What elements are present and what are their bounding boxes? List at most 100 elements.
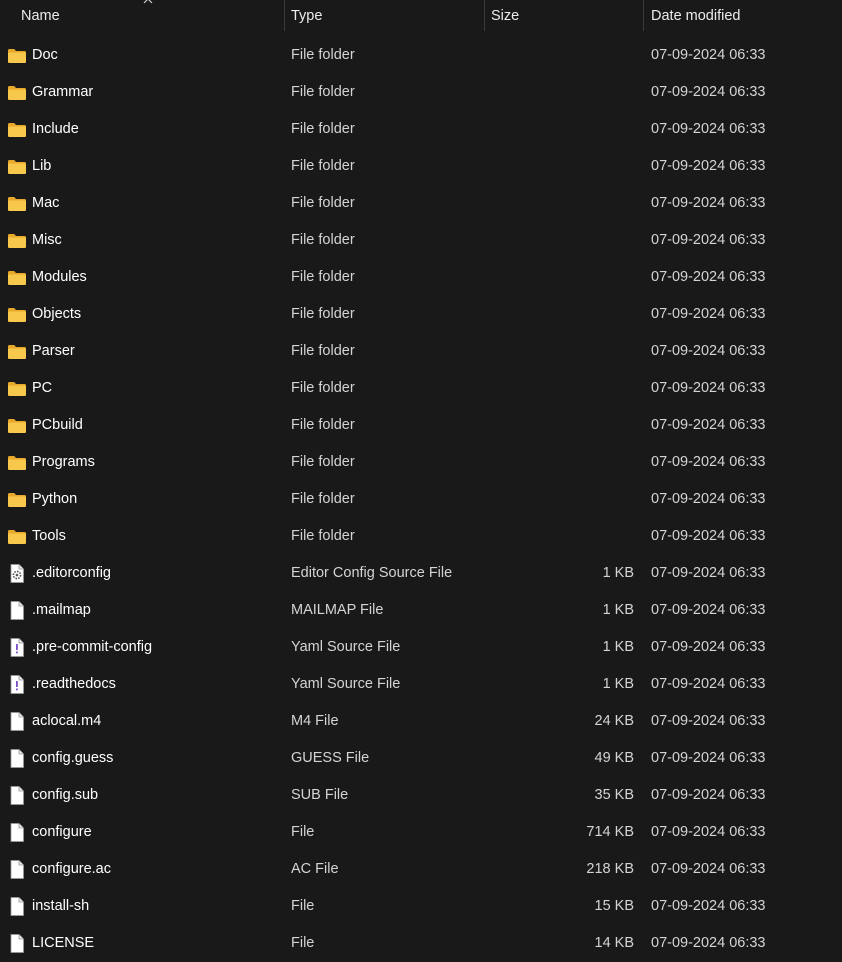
file-type: File folder (291, 269, 355, 285)
file-row[interactable]: Grammar File folder 07-09-2024 06:33 (0, 74, 842, 111)
file-name: Tools (32, 528, 66, 544)
file-row[interactable]: config.sub SUB File 35 KB 07-09-2024 06:33 (0, 777, 842, 814)
folder-icon (7, 46, 27, 65)
file-date-modified: 07-09-2024 06:33 (651, 269, 766, 285)
file-row[interactable]: install-sh File 15 KB 07-09-2024 06:33 (0, 888, 842, 925)
file-size: 35 KB (594, 787, 635, 803)
column-header-name[interactable]: Name (0, 0, 284, 31)
file-date-modified: 07-09-2024 06:33 (651, 417, 766, 433)
file-type: File folder (291, 417, 355, 433)
column-header-date-modified[interactable]: Date modified (643, 0, 842, 31)
file-date-modified: 07-09-2024 06:33 (651, 454, 766, 470)
file-name: config.guess (32, 750, 114, 766)
file-icon (7, 823, 27, 842)
file-size: 1 KB (602, 639, 634, 655)
file-row[interactable]: Python File folder 07-09-2024 06:33 (0, 481, 842, 518)
file-type: File folder (291, 195, 355, 211)
file-row[interactable]: LICENSE File 14 KB 07-09-2024 06:33 (0, 925, 842, 962)
file-type: File folder (291, 306, 355, 322)
file-type: File folder (291, 380, 355, 396)
file-name: configure.ac (32, 861, 111, 877)
column-header-type[interactable]: Type (284, 0, 484, 31)
file-row[interactable]: .pre-commit-config Yaml Source File 1 KB 07… (0, 629, 842, 666)
file-name: PC (32, 380, 53, 396)
file-row[interactable]: Objects File folder 07-09-2024 06:33 (0, 296, 842, 333)
file-type: File folder (291, 47, 355, 63)
folder-icon (7, 416, 27, 435)
file-type: AC File (291, 861, 339, 877)
file-type: File folder (291, 158, 355, 174)
file-name: .mailmap (32, 602, 91, 618)
file-row[interactable]: .readthedocs Yaml Source File 1 KB 07-09-20… (0, 666, 842, 703)
file-date-modified: 07-09-2024 06:33 (651, 787, 766, 803)
file-row[interactable]: configure File 714 KB 07-09-2024 06:33 (0, 814, 842, 851)
folder-icon (7, 268, 27, 287)
file-row[interactable]: Modules File folder 07-09-2024 06:33 (0, 259, 842, 296)
file-size: 1 KB (602, 676, 634, 692)
file-date-modified: 07-09-2024 06:33 (651, 639, 766, 655)
file-row[interactable]: Doc File folder 07-09-2024 06:33 (0, 37, 842, 74)
file-date-modified: 07-09-2024 06:33 (651, 47, 766, 63)
file-row[interactable]: aclocal.m4 M4 File 24 KB 07-09-2024 06:33 (0, 703, 842, 740)
file-row[interactable]: Include File folder 07-09-2024 06:33 (0, 111, 842, 148)
file-icon (7, 860, 27, 879)
file-date-modified: 07-09-2024 06:33 (651, 343, 766, 359)
file-type: File folder (291, 528, 355, 544)
file-name: Grammar (32, 84, 94, 100)
file-icon (7, 897, 27, 916)
file-row[interactable]: Lib File folder 07-09-2024 06:33 (0, 148, 842, 185)
file-icon (7, 786, 27, 805)
file-row[interactable]: .editorconfig Editor Config Source File 1 … (0, 555, 842, 592)
file-row[interactable]: .mailmap MAILMAP File 1 KB 07-09-2024 06:33 (0, 592, 842, 629)
file-row[interactable]: config.guess GUESS File 49 KB 07-09-2024 06… (0, 740, 842, 777)
file-row[interactable]: Parser File folder 07-09-2024 06:33 (0, 333, 842, 370)
folder-icon (7, 120, 27, 139)
file-name: Objects (32, 306, 82, 322)
file-size: 1 KB (602, 565, 634, 581)
file-row[interactable]: Mac File folder 07-09-2024 06:33 (0, 185, 842, 222)
folder-icon (7, 527, 27, 546)
file-type: File folder (291, 232, 355, 248)
file-date-modified: 07-09-2024 06:33 (651, 602, 766, 618)
file-row[interactable]: configure.ac AC File 218 KB 07-09-2024 06:3… (0, 851, 842, 888)
file-size: 218 KB (586, 861, 634, 877)
file-type: File (291, 824, 315, 840)
file-date-modified: 07-09-2024 06:33 (651, 306, 766, 322)
file-row[interactable]: Programs File folder 07-09-2024 06:33 (0, 444, 842, 481)
file-name: Doc (32, 47, 58, 63)
file-name: .pre-commit-config (32, 639, 153, 655)
file-date-modified: 07-09-2024 06:33 (651, 121, 766, 137)
yaml-file-icon (7, 675, 27, 694)
file-date-modified: 07-09-2024 06:33 (651, 158, 766, 174)
column-header-size[interactable]: Size (484, 0, 643, 31)
file-date-modified: 07-09-2024 06:33 (651, 861, 766, 877)
file-row[interactable]: PCbuild File folder 07-09-2024 06:33 (0, 407, 842, 444)
file-name: LICENSE (32, 935, 95, 951)
file-date-modified: 07-09-2024 06:33 (651, 935, 766, 951)
file-date-modified: 07-09-2024 06:33 (651, 824, 766, 840)
file-name: configure (32, 824, 92, 840)
file-date-modified: 07-09-2024 06:33 (651, 380, 766, 396)
folder-icon (7, 194, 27, 213)
file-row[interactable]: Tools File folder 07-09-2024 06:33 (0, 518, 842, 555)
file-type: Yaml Source File (291, 639, 401, 655)
file-type: GUESS File (291, 750, 370, 766)
file-row[interactable]: PC File folder 07-09-2024 06:33 (0, 370, 842, 407)
file-type: File folder (291, 84, 355, 100)
file-size: 49 KB (594, 750, 635, 766)
column-header-bar: Name Type Size Date modified (0, 0, 842, 31)
file-date-modified: 07-09-2024 06:33 (651, 750, 766, 766)
file-date-modified: 07-09-2024 06:33 (651, 565, 766, 581)
file-name: .editorconfig (32, 565, 111, 581)
file-name: Modules (32, 269, 87, 285)
file-type: File folder (291, 121, 355, 137)
file-size: 1 KB (602, 602, 634, 618)
file-date-modified: 07-09-2024 06:33 (651, 713, 766, 729)
folder-icon (7, 305, 27, 324)
file-date-modified: 07-09-2024 06:33 (651, 676, 766, 692)
file-date-modified: 07-09-2024 06:33 (651, 232, 766, 248)
file-size: 714 KB (586, 824, 634, 840)
file-row[interactable]: Misc File folder 07-09-2024 06:33 (0, 222, 842, 259)
file-name: .readthedocs (32, 676, 116, 692)
file-size: 14 KB (594, 935, 635, 951)
